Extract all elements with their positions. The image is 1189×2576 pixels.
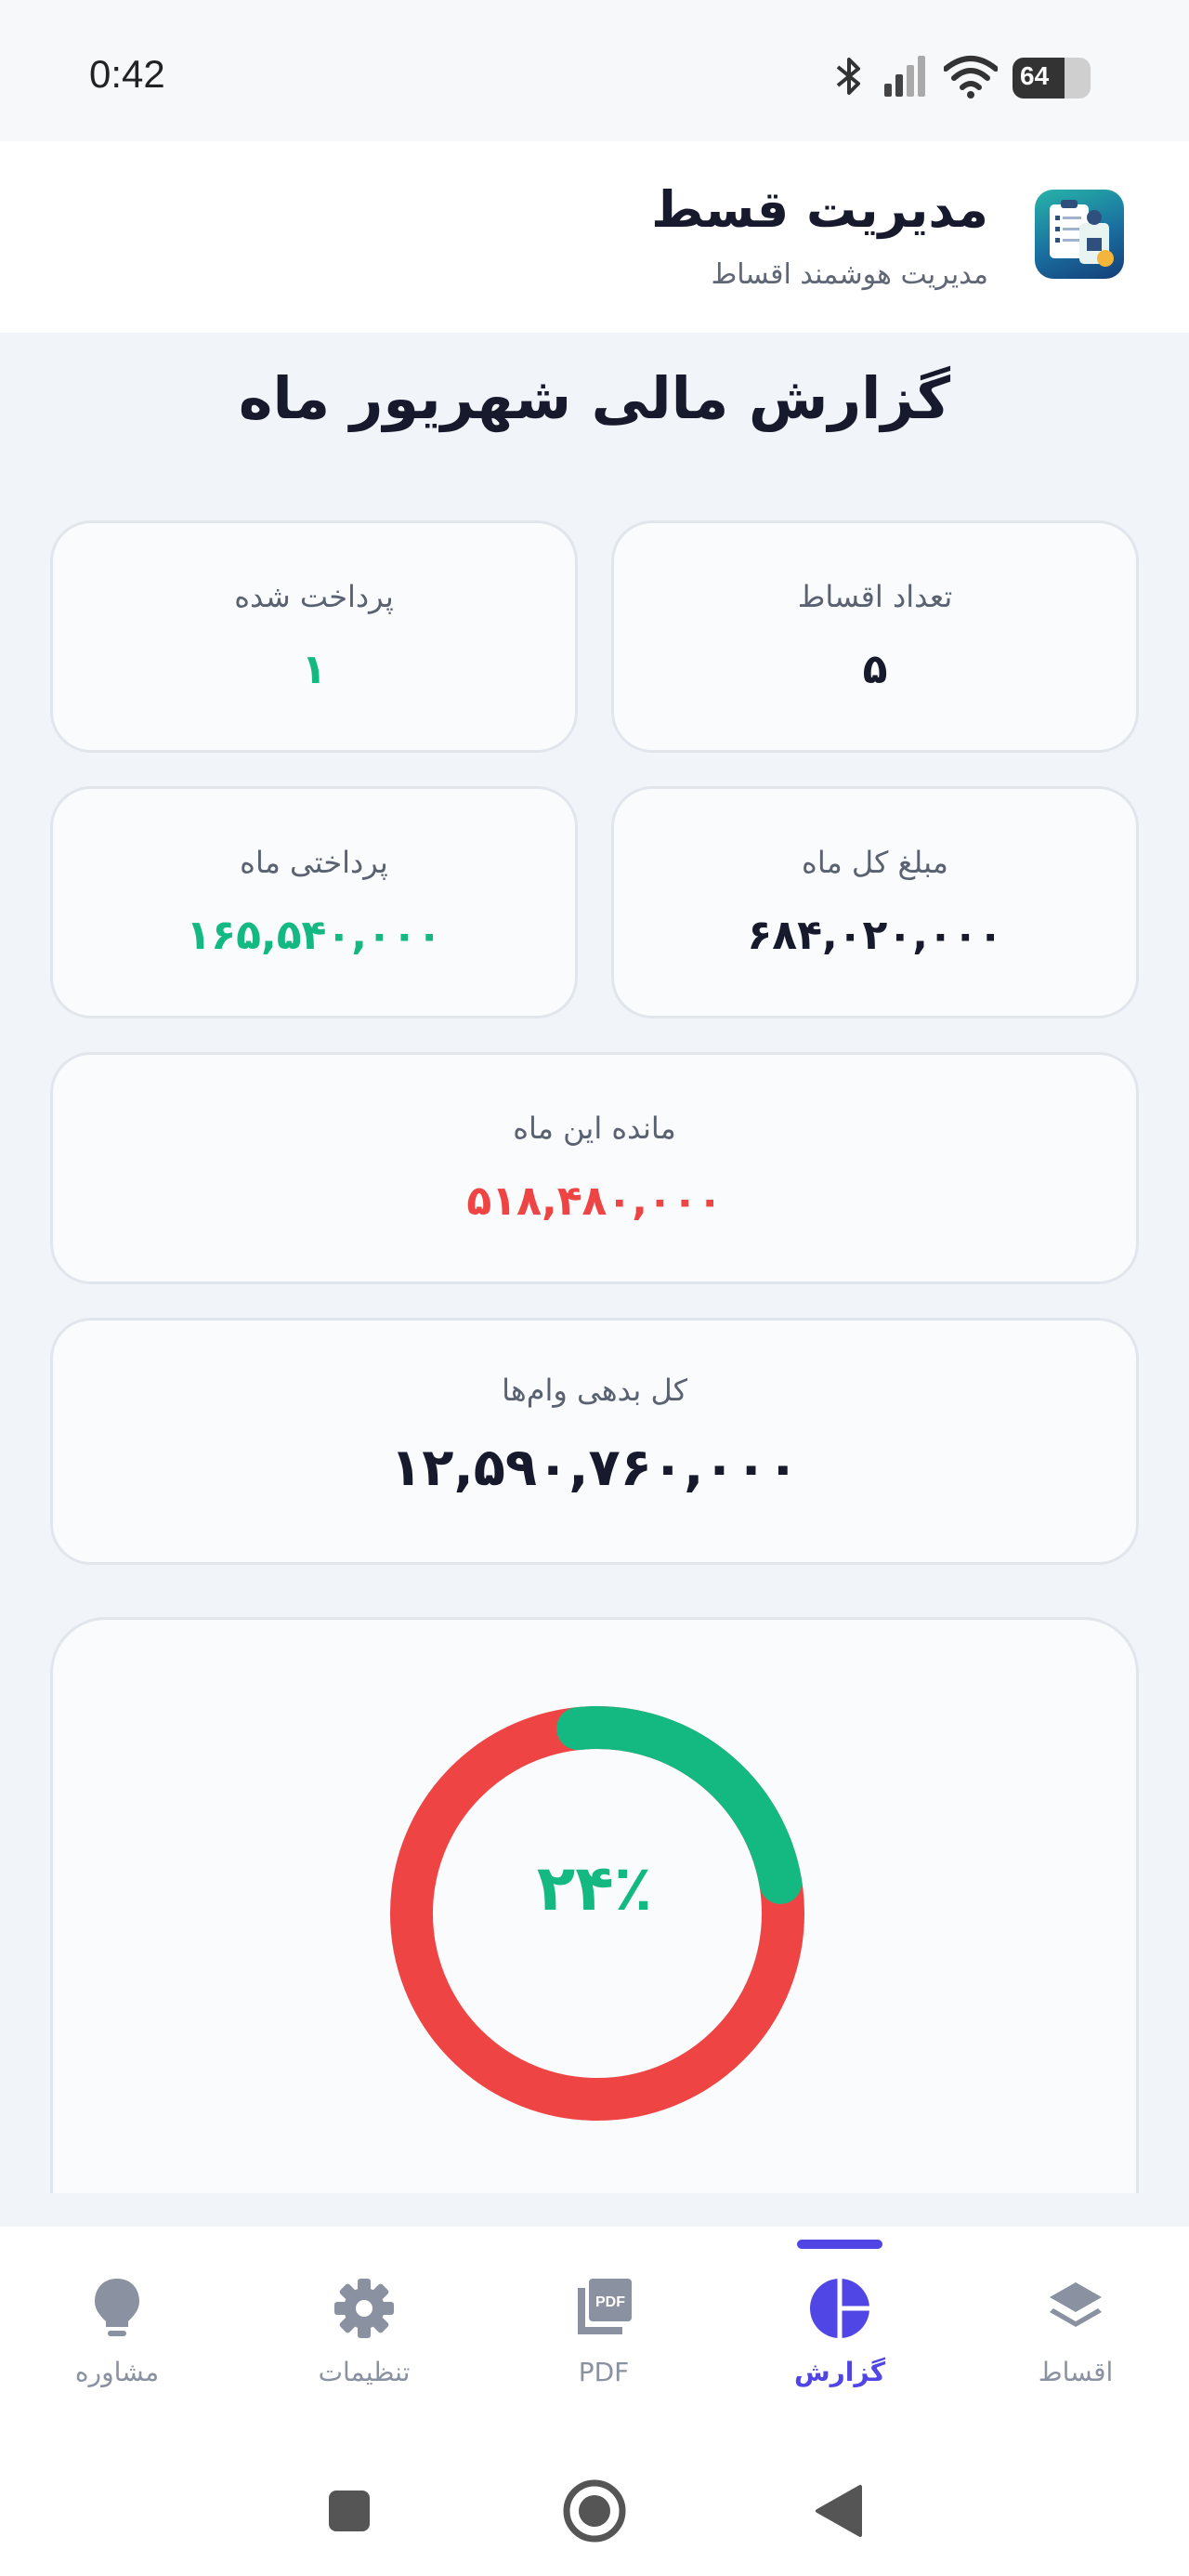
nav-label-settings: تنظیمات [318, 2357, 411, 2387]
month-paid-card: پرداختی ماه ۱۶۵,۵۴۰,۰۰۰ [50, 786, 578, 1019]
lightbulb-icon [95, 2279, 139, 2336]
installment-count-label: تعداد اقساط [797, 579, 953, 614]
layers-icon [1050, 2282, 1102, 2327]
gear-icon [334, 2279, 394, 2338]
nav-label-pdf: PDF [578, 2357, 630, 2387]
bluetooth-icon [830, 54, 868, 102]
total-debt-card: کل بدهی وام‌ها ۱۲,۵۹۰,۷۶۰,۰۰۰ [50, 1318, 1139, 1565]
status-icons: 64 [830, 54, 1096, 102]
nav-item-report[interactable]: گزارش [747, 2227, 933, 2446]
month-total-card: مبلغ کل ماه ۶۸۴,۰۲۰,۰۰۰ [611, 786, 1139, 1019]
recents-button[interactable] [312, 2474, 386, 2548]
pdf-icon: PDF [578, 2279, 632, 2334]
system-navigation [0, 2446, 1189, 2576]
status-time: 0:42 [89, 52, 165, 96]
month-paid-value: ۱۶۵,۵۴۰,۰۰۰ [186, 912, 442, 959]
paid-count-value: ۱ [301, 646, 327, 693]
app-logo-icon [1035, 190, 1124, 279]
total-debt-value: ۱۲,۵۹۰,۷۶۰,۰۰۰ [390, 1438, 799, 1498]
payment-progress-chart-card: ۲۴٪ [50, 1617, 1139, 2193]
app-header: مدیریت قسط مدیریت هوشمند اقساط [0, 141, 1189, 333]
month-remaining-label: مانده این ماه [513, 1111, 676, 1146]
installment-count-card: تعداد اقساط ۵ [611, 520, 1139, 753]
month-paid-label: پرداختی ماه [240, 845, 388, 880]
total-debt-label: کل بدهی وام‌ها [502, 1373, 687, 1408]
nav-label-consultation: مشاوره [74, 2357, 160, 2387]
battery-level: 64 [1020, 61, 1050, 90]
wifi-icon [943, 54, 999, 102]
battery-icon: 64 [1013, 58, 1096, 99]
back-button[interactable] [804, 2474, 879, 2548]
installment-count-value: ۵ [862, 646, 888, 693]
paid-count-card: پرداخت شده ۱ [50, 520, 578, 753]
nav-item-settings[interactable]: تنظیمات [271, 2227, 457, 2446]
pie-chart-icon [810, 2279, 869, 2338]
svg-text:PDF: PDF [595, 2294, 625, 2310]
month-total-label: مبلغ کل ماه [802, 845, 948, 880]
app-subtitle: مدیریت هوشمند اقساط [711, 258, 988, 291]
month-total-value: ۶۸۴,۰۲۰,۰۰۰ [747, 912, 1003, 959]
nav-item-pdf[interactable]: PDF PDF [511, 2227, 697, 2446]
bottom-navigation: اقساط گزارش PDF PDF تنظیمات مشاوره [0, 2227, 1189, 2446]
home-button[interactable] [557, 2474, 632, 2548]
app-title: مدیریت قسط [651, 180, 988, 239]
active-tab-indicator [797, 2240, 882, 2249]
nav-label-installments: اقساط [1038, 2357, 1114, 2387]
status-bar: 0:42 64 [0, 0, 1189, 141]
paid-count-label: پرداخت شده [234, 579, 394, 614]
app-root: 0:42 64 مدیریت قسط مدیریت هوشمند اقساط گ… [0, 0, 1189, 2576]
month-remaining-card: مانده این ماه ۵۱۸,۴۸۰,۰۰۰ [50, 1052, 1139, 1284]
page-title: گزارش مالی شهریور ماه [238, 364, 951, 432]
month-remaining-value: ۵۱۸,۴۸۰,۰۰۰ [466, 1177, 723, 1225]
paid-percent-label: ۲۴٪ [536, 1852, 653, 1925]
nav-item-installments[interactable]: اقساط [983, 2227, 1169, 2446]
nav-item-consultation[interactable]: مشاوره [24, 2227, 210, 2446]
signal-icon [882, 54, 929, 102]
nav-label-report: گزارش [793, 2357, 886, 2387]
